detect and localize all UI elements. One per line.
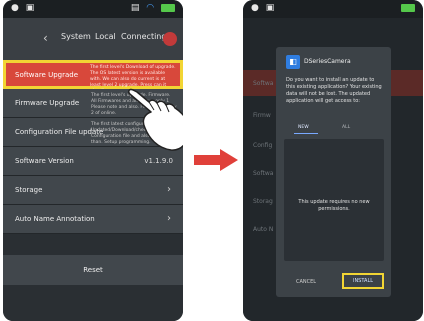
dimmed-row-label: Softwa xyxy=(253,170,274,177)
empty-area xyxy=(3,285,183,321)
dimmed-row-label: Config xyxy=(253,142,273,149)
software-version-value: v1.1.9.0 xyxy=(144,157,173,165)
settings-toolbar: ‹ System Local Connecting xyxy=(3,18,183,60)
row-label: Storage xyxy=(15,186,43,194)
battery-icon xyxy=(401,3,415,12)
row-label: Software Version xyxy=(15,157,74,165)
arrow-right-icon xyxy=(194,149,238,171)
install-button[interactable]: INSTALL xyxy=(342,273,384,289)
chevron-right-icon: › xyxy=(167,213,171,224)
install-prompt: Do you want to install an update to this… xyxy=(286,77,382,104)
tab-all[interactable]: ALL xyxy=(342,125,350,130)
tab-connecting[interactable]: Connecting xyxy=(121,32,166,41)
reset-button[interactable]: Reset xyxy=(3,255,183,285)
row-label: Firmware Upgrade xyxy=(15,99,80,107)
close-icon[interactable] xyxy=(163,32,177,46)
row-label: Software Upgrade xyxy=(15,71,79,79)
auto-name-annotation-row[interactable]: Auto Name Annotation › xyxy=(3,205,183,234)
location-icon: ● xyxy=(11,3,19,13)
app-name: DSeriesCamera xyxy=(304,58,351,65)
status-bar: ● ▣ ▤ ◠ xyxy=(3,0,183,18)
status-bar: ● ▣ xyxy=(243,0,423,18)
storage-row[interactable]: Storage › xyxy=(3,176,183,205)
phone-left-screen: ● ▣ ▤ ◠ ‹ System Local Connecting Softwa… xyxy=(3,0,183,321)
app-logo-icon: ◧ xyxy=(286,55,300,69)
sim-icon: ▤ xyxy=(130,3,140,13)
battery-icon xyxy=(161,3,175,12)
active-tab-indicator xyxy=(294,133,318,134)
dimmed-row-label: Auto N xyxy=(253,226,274,233)
permission-message: This update requires no new permissions. xyxy=(298,199,370,212)
chevron-right-icon: › xyxy=(167,184,171,195)
location-icon: ● xyxy=(251,3,259,13)
dimmed-row-label: Firmw xyxy=(253,112,271,119)
permission-tabs: NEW ALL xyxy=(286,125,382,135)
row-label: Auto Name Annotation xyxy=(15,215,95,223)
install-update-dialog: ◧ DSeriesCamera Do you want to install a… xyxy=(276,47,391,297)
tab-new[interactable]: NEW xyxy=(298,125,309,130)
cancel-button[interactable]: CANCEL xyxy=(296,279,316,285)
dimmed-row-label: Storag xyxy=(253,198,273,205)
phone-right-screen: ● ▣ Softwa Firmw Config Softwa Storag Au… xyxy=(243,0,423,321)
pointing-hand-icon xyxy=(128,88,183,151)
tab-system[interactable]: System xyxy=(61,32,91,41)
back-chevron-icon[interactable]: ‹ xyxy=(43,31,48,45)
grid-icon: ▣ xyxy=(25,3,35,13)
dimmed-row-label: Softwa xyxy=(253,80,274,87)
wifi-icon: ◠ xyxy=(146,3,155,13)
grid-icon: ▣ xyxy=(265,3,275,13)
tab-local[interactable]: Local xyxy=(95,32,116,41)
